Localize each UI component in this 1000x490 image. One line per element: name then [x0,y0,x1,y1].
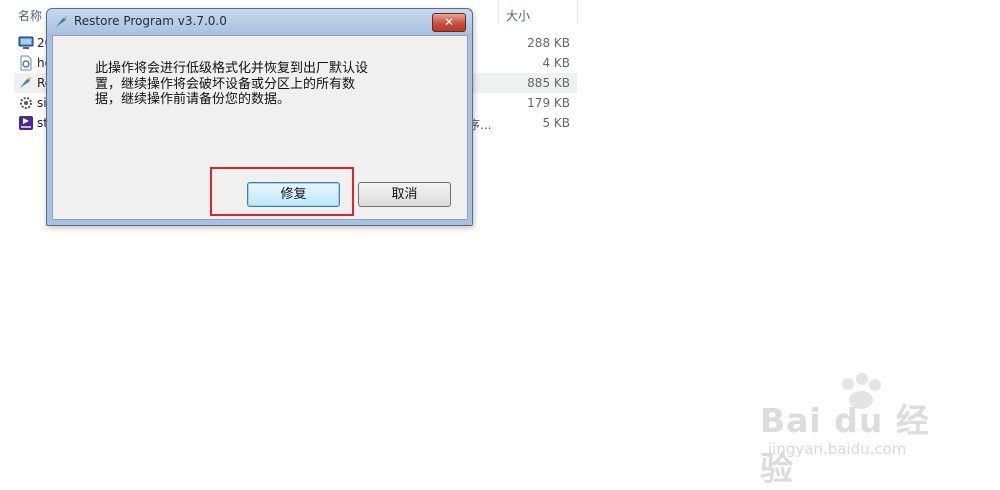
column-separator[interactable] [577,0,578,24]
restore-program-icon [20,77,31,88]
dialog-message: 此操作将会进行低级格式化并恢复到出厂默认设 置，继续操作将会破坏设备或分区上的所… [95,61,425,108]
restore-program-icon [56,16,67,27]
file-size: 4 KB [542,56,570,70]
message-line: 此操作将会进行低级格式化并恢复到出厂默认设 [95,61,369,76]
baidu-watermark: Bai du 经验 jingyan.baidu.com [760,372,960,488]
file-size: 179 KB [527,96,570,110]
monitor-icon [18,36,34,49]
column-size[interactable]: 大小 [506,7,530,24]
annotation-highlight [210,167,354,216]
dialog-titlebar[interactable]: Restore Program v3.7.0.0 ✕ [47,9,472,35]
dialog-title: Restore Program v3.7.0.0 [74,14,227,28]
cancel-button[interactable]: 取消 [358,182,451,207]
file-size: 288 KB [527,36,570,50]
message-line: 据，继续操作前请备份您的数据。 [95,92,291,107]
column-name[interactable]: 名称 [18,7,42,24]
file-size: 885 KB [527,76,570,90]
gear-icon [20,97,32,109]
dat-file-icon [19,116,33,130]
message-line: 置，继续操作将会破坏设备或分区上的所有数 [95,76,356,92]
file-size: 5 KB [542,116,570,130]
document-icon [20,55,32,71]
column-separator[interactable] [498,0,499,24]
close-button[interactable]: ✕ [432,13,466,32]
watermark-url: jingyan.baidu.com [768,440,907,458]
